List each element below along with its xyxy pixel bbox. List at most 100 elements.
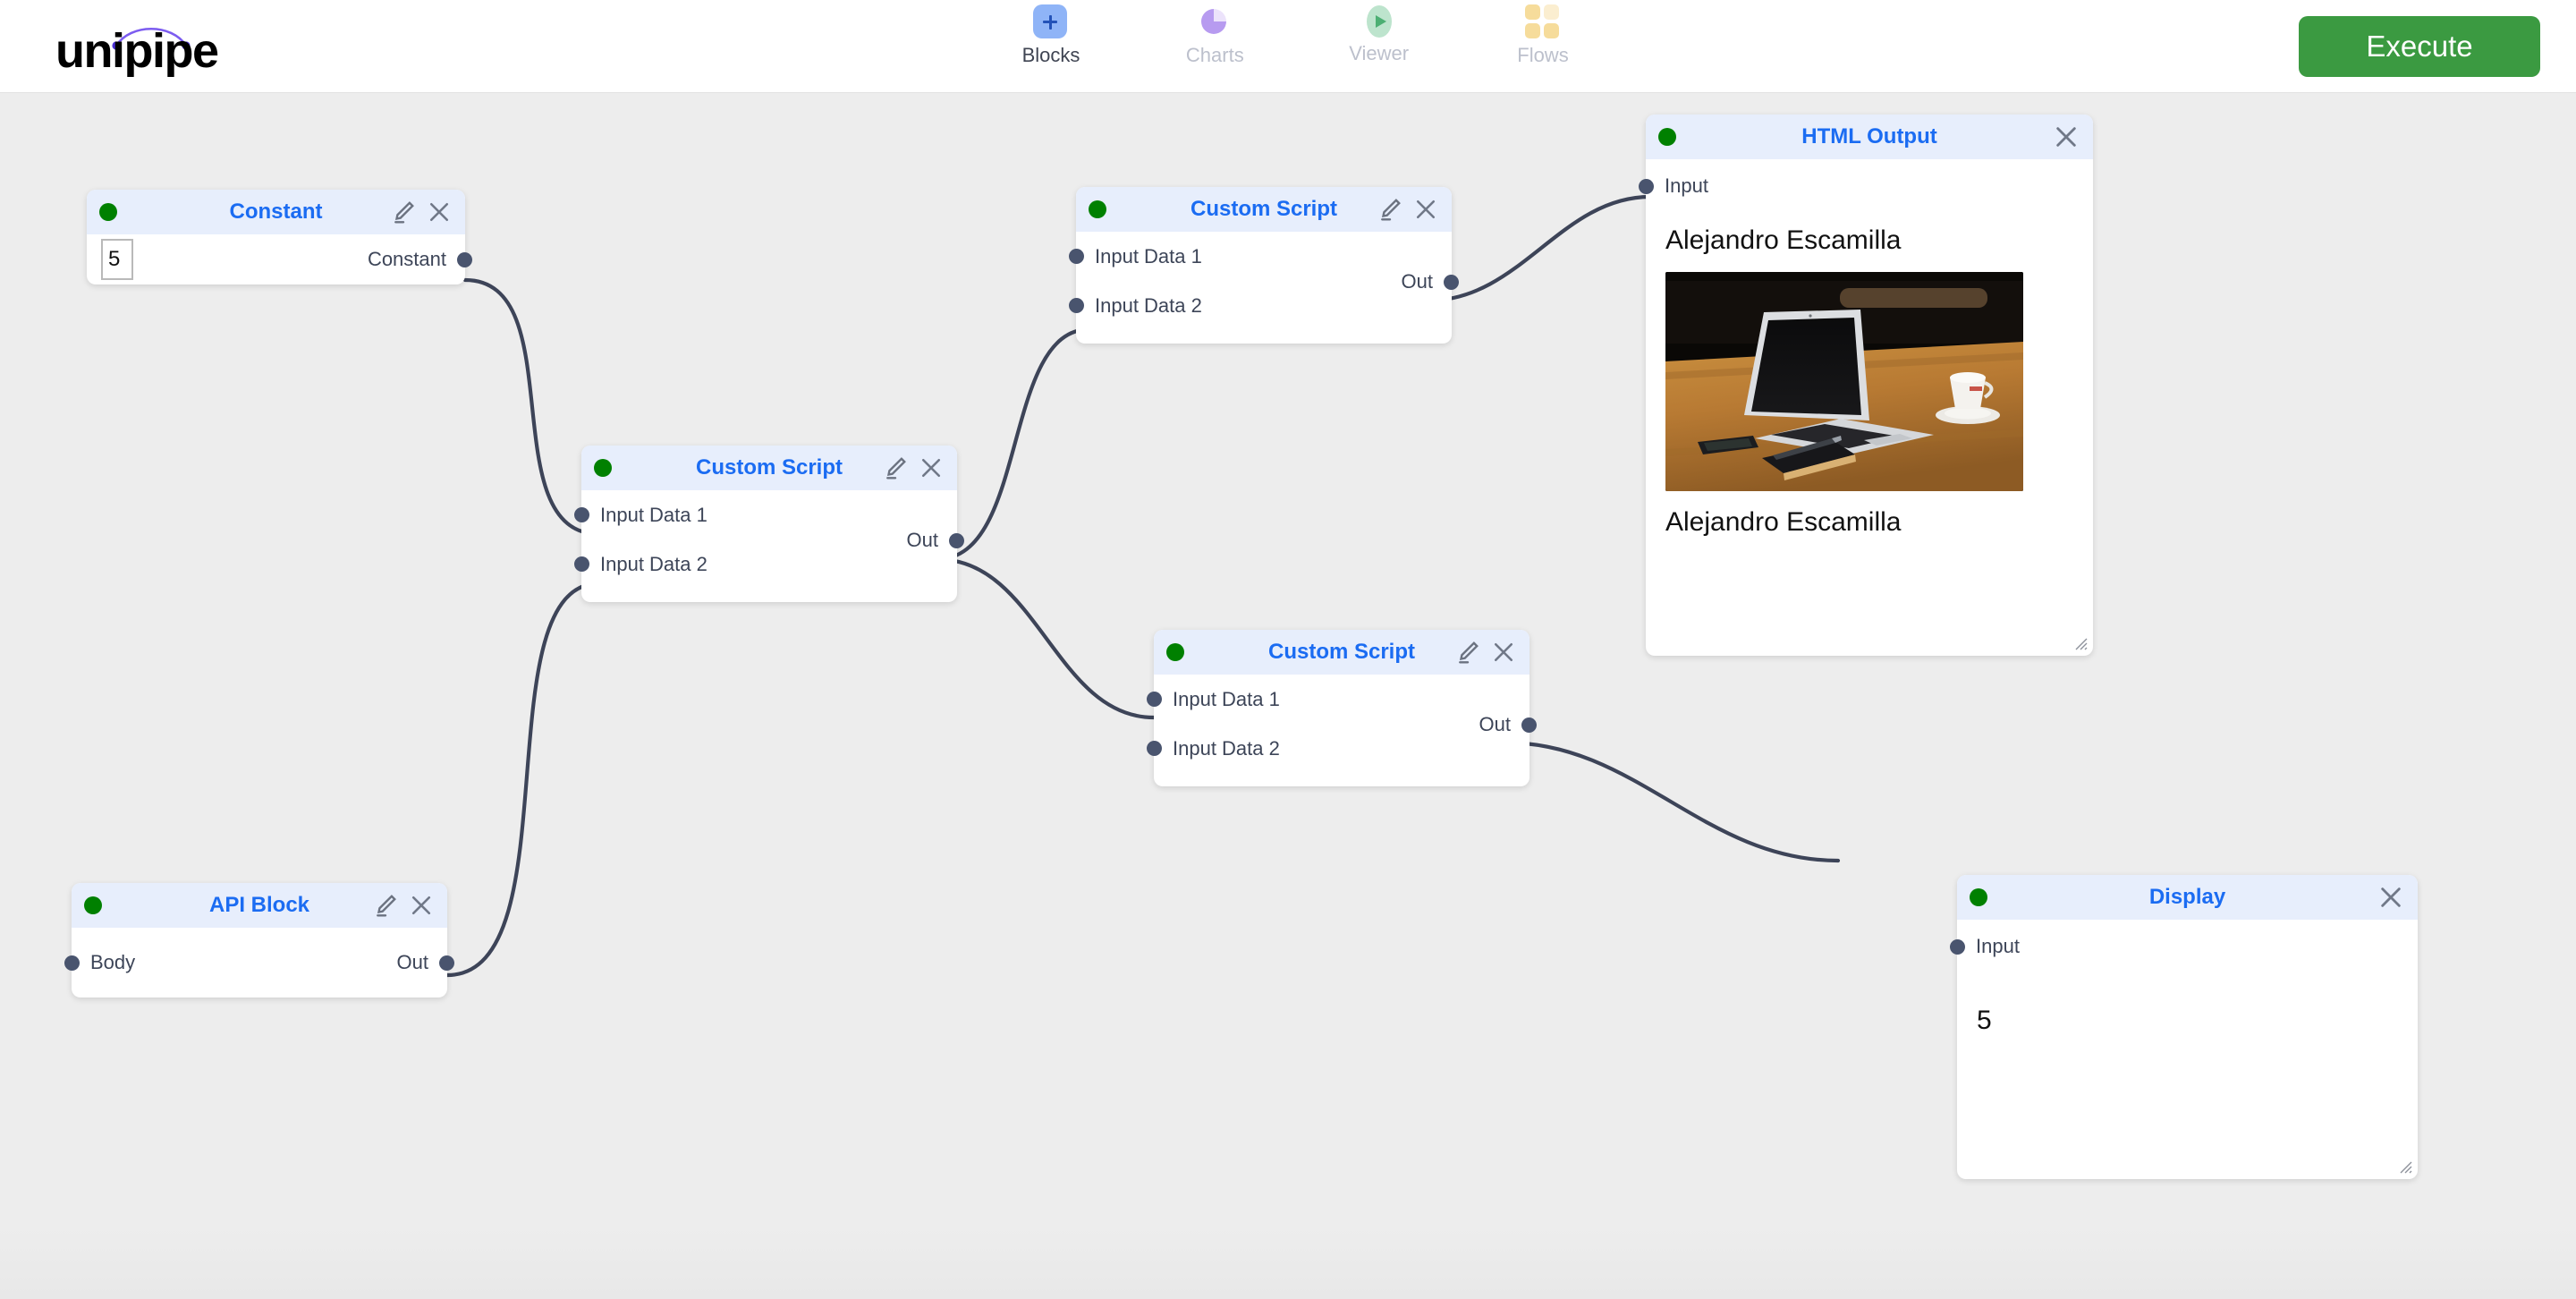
input-port[interactable] [1147,741,1162,756]
nav-item-flows[interactable]: Flows [1476,4,1610,65]
node-header-custom-script-2[interactable]: Custom Script [581,446,957,490]
port-label-out: Out [1479,713,1511,735]
input-port[interactable] [1069,249,1084,264]
edge-api-to-script2 [445,581,602,978]
nav-item-viewer[interactable]: Viewer [1312,4,1446,64]
node-title: Display [2148,885,2226,909]
input-port[interactable] [1950,938,1965,955]
output-port[interactable] [439,955,454,971]
plus-square-icon [1033,4,1069,40]
grid-icon [1524,4,1561,40]
nav-item-blocks[interactable]: Blocks [984,4,1118,65]
node-display[interactable]: Display Input 5 [1950,875,2418,1179]
close-icon[interactable] [2052,123,2080,151]
port-label-out: Out [396,951,428,973]
nav-label-charts: Charts [1185,44,1244,66]
status-dot [99,203,117,221]
port-label-input-1: Input Data 1 [1095,244,1202,267]
flow-canvas[interactable]: Constant 5 Constant Custom Script Input … [0,93,2576,1299]
status-dot [1658,128,1676,146]
play-circle-icon [1362,4,1396,38]
row-constant-value: Constant [87,234,472,284]
logo-wordmark: unipipe [55,24,219,78]
status-dot [1166,643,1184,661]
input-port[interactable] [574,556,589,572]
status-dot [594,459,612,477]
edge-script3-to-display [1503,740,1841,863]
node-body-custom-script-3: Input Data 1 Input Data 2 Out [1147,675,1537,786]
resize-handle[interactable] [2071,633,2089,651]
input-port[interactable] [64,955,80,971]
edit-pencil-icon[interactable] [390,199,417,225]
close-icon[interactable] [918,454,945,481]
port-label-out: Constant [367,248,446,270]
row-body-port: Body Out [64,928,454,998]
port-label-out: Out [906,529,938,551]
html-output-heading: Alejandro Escamilla [1665,225,1902,255]
output-port[interactable] [1521,717,1537,733]
nav-label-viewer: Viewer [1349,42,1410,64]
edge-script2-to-script1 [935,327,1092,562]
port-label-input: Input [1665,174,1708,197]
edge-script1-to-html [1426,194,1653,303]
port-label-input-2: Input Data 2 [600,552,708,575]
node-custom-script-2[interactable]: Custom Script Input Data 1 Input Data 2 … [574,446,964,602]
node-header-constant[interactable]: Constant [87,190,465,234]
app-header: unipipe Blocks Charts Viewer Flows Execu… [0,0,2576,93]
edit-pencil-icon[interactable] [882,454,909,481]
close-icon[interactable] [1412,196,1439,223]
close-icon[interactable] [426,199,453,225]
edit-pencil-icon[interactable] [1377,196,1403,223]
node-constant[interactable]: Constant 5 Constant [87,190,472,284]
display-value: 5 [1977,1006,1992,1035]
output-port[interactable] [1444,274,1459,290]
port-label-input: Input [1976,935,2020,957]
node-body-custom-script-1: Input Data 1 Input Data 2 Out [1069,232,1459,344]
pie-chart-icon [1197,4,1233,40]
header-nav: Blocks Charts Viewer Flows [984,0,1610,93]
node-header-custom-script-3[interactable]: Custom Script [1154,630,1530,675]
input-port[interactable] [1147,692,1162,707]
edge-constant-to-script2 [462,277,602,537]
status-dot [84,896,102,914]
edit-pencil-icon[interactable] [372,892,399,919]
port-label-body: Body [90,951,136,973]
node-header-html-output[interactable]: HTML Output [1646,115,2093,159]
node-header-api-block[interactable]: API Block [72,883,447,928]
close-icon[interactable] [408,892,435,919]
output-port[interactable] [457,251,472,267]
node-api-block[interactable]: API Block Body Out [64,883,454,998]
execute-button[interactable]: Execute [2299,16,2540,77]
row-input-port: Input [1950,920,2418,973]
node-body-html-output: Input Alejandro Escamilla Alejandro Esca… [1639,159,2093,656]
resize-handle[interactable] [2395,1157,2413,1175]
input-port[interactable] [574,507,589,522]
output-port[interactable] [949,532,964,548]
html-output-caption: Alejandro Escamilla [1665,507,1902,537]
input-port[interactable] [1069,298,1084,313]
port-label-input-2: Input Data 2 [1095,293,1202,317]
nav-item-charts[interactable]: Charts [1148,4,1282,65]
edge-script2-to-script3 [935,556,1157,720]
node-html-output[interactable]: HTML Output Input Alejandro Escamilla Al… [1639,115,2093,656]
status-dot [1089,200,1106,218]
node-header-custom-script-1[interactable]: Custom Script [1076,187,1452,232]
constant-value-input[interactable] [101,239,133,280]
app-logo[interactable]: unipipe [55,13,288,81]
node-body-constant: Constant [87,234,472,284]
close-icon[interactable] [2377,883,2405,912]
laptop-on-wooden-desk-photo [1665,272,2023,491]
node-custom-script-3[interactable]: Custom Script Input Data 1 Input Data 2 … [1147,630,1537,786]
port-label-out: Out [1401,270,1433,293]
node-header-display[interactable]: Display [1957,875,2418,920]
nav-label-blocks: Blocks [1021,44,1080,66]
input-port[interactable] [1639,178,1654,194]
node-title: HTML Output [1801,124,1937,149]
close-icon[interactable] [1490,639,1517,666]
row-input-port: Input [1639,159,2093,213]
edit-pencil-icon[interactable] [1454,639,1481,666]
node-body-display: Input 5 [1950,920,2418,1179]
app-root: unipipe Blocks Charts Viewer Flows Execu… [0,0,2576,1299]
port-label-input-1: Input Data 1 [1173,687,1280,710]
node-custom-script-1[interactable]: Custom Script Input Data 1 Input Data 2 … [1069,187,1459,344]
